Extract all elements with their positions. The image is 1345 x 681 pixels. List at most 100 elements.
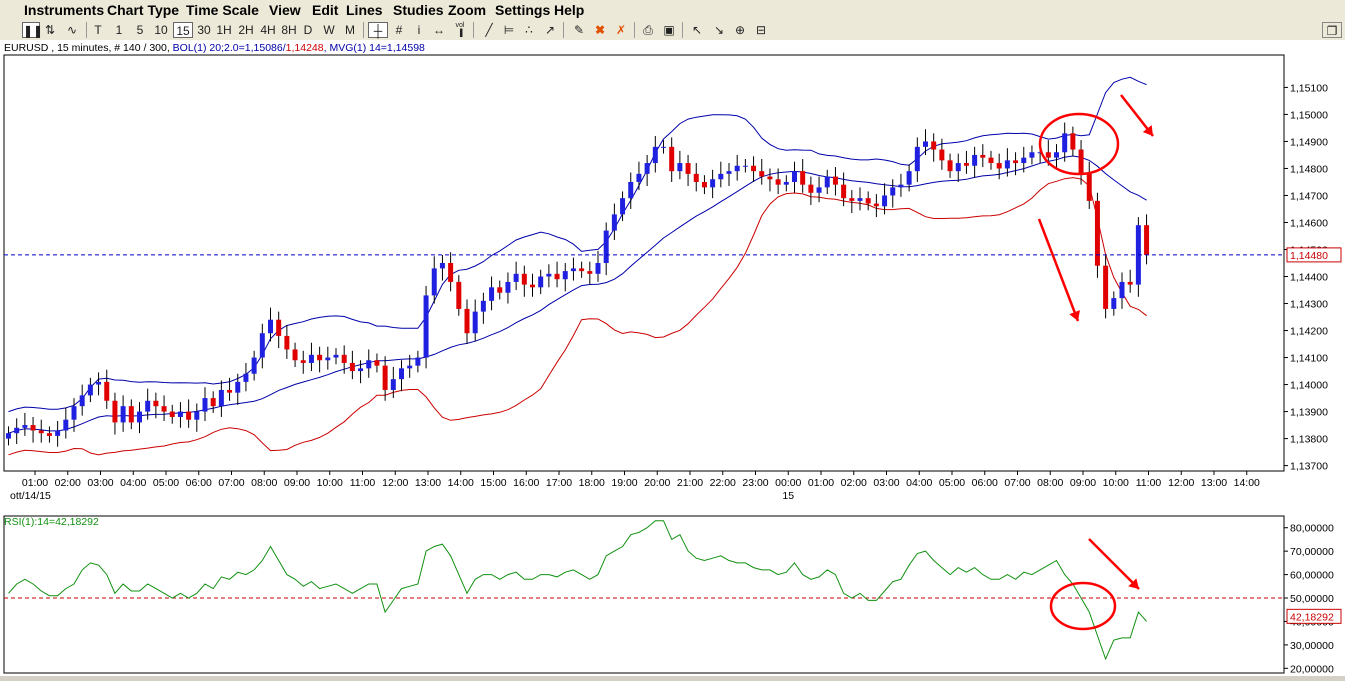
candle-bull [620, 198, 626, 215]
price-tick-label: 1,14100 [1290, 353, 1328, 365]
candle-bear [767, 176, 773, 180]
timeframe-1[interactable]: 1 [112, 22, 126, 38]
menu-time-scale[interactable]: Time Scale [186, 2, 259, 18]
candle-bull [538, 276, 544, 288]
zoom-out-icon[interactable]: ↘ [710, 22, 728, 38]
draw-line-icon[interactable]: ╱ [480, 22, 498, 38]
candle-bull [96, 381, 102, 385]
zoom-reset-icon[interactable]: ⊟ [752, 22, 770, 38]
timeframe-t[interactable]: T [91, 22, 105, 38]
chart-header-bol: BOL(1) 20;2.0=1,15086/ [173, 42, 286, 54]
time-tick-label: 12:00 [1168, 477, 1194, 489]
zoom-in-icon[interactable]: ↖ [688, 22, 706, 38]
price-tick-label: 1,15100 [1290, 82, 1328, 94]
timeframe-4h[interactable]: 4H [258, 22, 278, 38]
candle-bull [570, 268, 576, 272]
candle-bull [898, 184, 904, 188]
candle-bull [14, 427, 20, 434]
timeframe-10[interactable]: 10 [152, 22, 170, 38]
timeframe-15[interactable]: 15 [173, 22, 193, 38]
candle-bear [931, 141, 937, 150]
candle-chart-icon[interactable]: ❚❚ [22, 22, 43, 38]
candle-bull [677, 163, 683, 172]
menu-chart-type[interactable]: Chart Type [107, 2, 179, 18]
info-icon[interactable]: i [412, 22, 426, 38]
candle-bull [480, 300, 486, 312]
draw-hline-icon[interactable]: ⊨ [500, 22, 518, 38]
print-icon[interactable]: ⎙ [639, 22, 657, 38]
time-tick-label: 12:00 [382, 477, 408, 489]
crosshair-icon[interactable]: ┼ [368, 22, 388, 38]
menu-zoom[interactable]: Zoom [448, 2, 486, 18]
zoom-fit-icon[interactable]: ⊕ [731, 22, 749, 38]
window-restore-icon[interactable]: ❐ [1322, 22, 1342, 38]
candle-bear [980, 154, 986, 158]
time-tick-label: 09:00 [1070, 477, 1096, 489]
time-tick-label: 05:00 [153, 477, 179, 489]
candle-bull [914, 146, 920, 172]
candle-bull [268, 319, 273, 334]
candle-bear [1070, 133, 1076, 150]
date-label: ott/14/15 [10, 490, 51, 502]
candle-bear [186, 411, 192, 420]
candle-bear [775, 179, 781, 185]
timeframe-d[interactable]: D [301, 22, 315, 38]
timeframe-1h[interactable]: 1H [215, 22, 233, 38]
time-tick-label: 13:00 [415, 477, 441, 489]
candle-bull [423, 295, 429, 358]
timeframe-30[interactable]: 30 [195, 22, 213, 38]
price-tick-label: 1,14600 [1290, 217, 1328, 229]
time-tick-label: 15:00 [480, 477, 506, 489]
menu-instruments[interactable]: Instruments [24, 2, 104, 18]
candle-bear [1078, 149, 1084, 174]
draw-vline-icon[interactable]: ∴ [520, 22, 538, 38]
time-tick-label: 02:00 [55, 477, 81, 489]
menu-studies[interactable]: Studies [393, 2, 444, 18]
menu-settings[interactable]: Settings [495, 2, 550, 18]
bar-chart-icon[interactable]: ⇅ [42, 22, 58, 38]
delete-all-icon[interactable]: ✗ [612, 22, 630, 38]
volume-icon[interactable]: vol ▐ [452, 22, 468, 38]
delete-drawing-icon[interactable]: ✖ [591, 22, 609, 38]
chart-window: EURUSD , 15 minutes, # 140 / 300, BOL(1)… [0, 40, 1345, 676]
time-tick-label: 08:00 [1037, 477, 1063, 489]
candle-bull [251, 357, 257, 374]
time-tick-label: 10:00 [317, 477, 343, 489]
draw-trend-icon[interactable]: ↗ [541, 22, 559, 38]
timeframe-w[interactable]: W [321, 22, 337, 38]
candle-bear [169, 411, 175, 417]
candle-bull [513, 273, 519, 282]
grid-icon[interactable]: # [390, 22, 408, 38]
chart-svg[interactable]: EURUSD , 15 minutes, # 140 / 300, BOL(1)… [0, 40, 1345, 676]
candle-bear [382, 365, 388, 390]
menu-edit[interactable]: Edit [312, 2, 338, 18]
timeframe-2h[interactable]: 2H [236, 22, 256, 38]
candle-bull [87, 384, 93, 396]
candle-bull [972, 154, 978, 166]
candle-bull [407, 365, 413, 369]
time-tick-label: 00:00 [775, 477, 801, 489]
menu-view[interactable]: View [269, 2, 301, 18]
candle-bear [1127, 281, 1133, 285]
candle-bull [6, 433, 11, 439]
candle-bear [587, 271, 593, 274]
candle-bull [177, 411, 183, 417]
timeframe-8h[interactable]: 8H [279, 22, 299, 38]
candle-bear [865, 198, 871, 204]
time-tick-label: 16:00 [513, 477, 539, 489]
candle-bear [1086, 173, 1092, 201]
price-tick-label: 1,14300 [1290, 299, 1328, 311]
menu-help[interactable]: Help [554, 2, 584, 18]
line-chart-icon[interactable]: ∿ [62, 22, 82, 38]
candle-bull [628, 181, 634, 199]
rsi-header: RSI(1):14=42,18292 [4, 516, 99, 528]
print-preview-icon[interactable]: ▣ [660, 22, 678, 38]
timeframe-5[interactable]: 5 [133, 22, 147, 38]
scroll-icon[interactable]: ↔ [430, 22, 448, 38]
candle-bull [366, 360, 372, 369]
time-tick-label: 21:00 [677, 477, 703, 489]
timeframe-m[interactable]: M [342, 22, 358, 38]
candle-bull [562, 271, 568, 280]
pencil-icon[interactable]: ✎ [570, 22, 588, 38]
menu-lines[interactable]: Lines [346, 2, 383, 18]
